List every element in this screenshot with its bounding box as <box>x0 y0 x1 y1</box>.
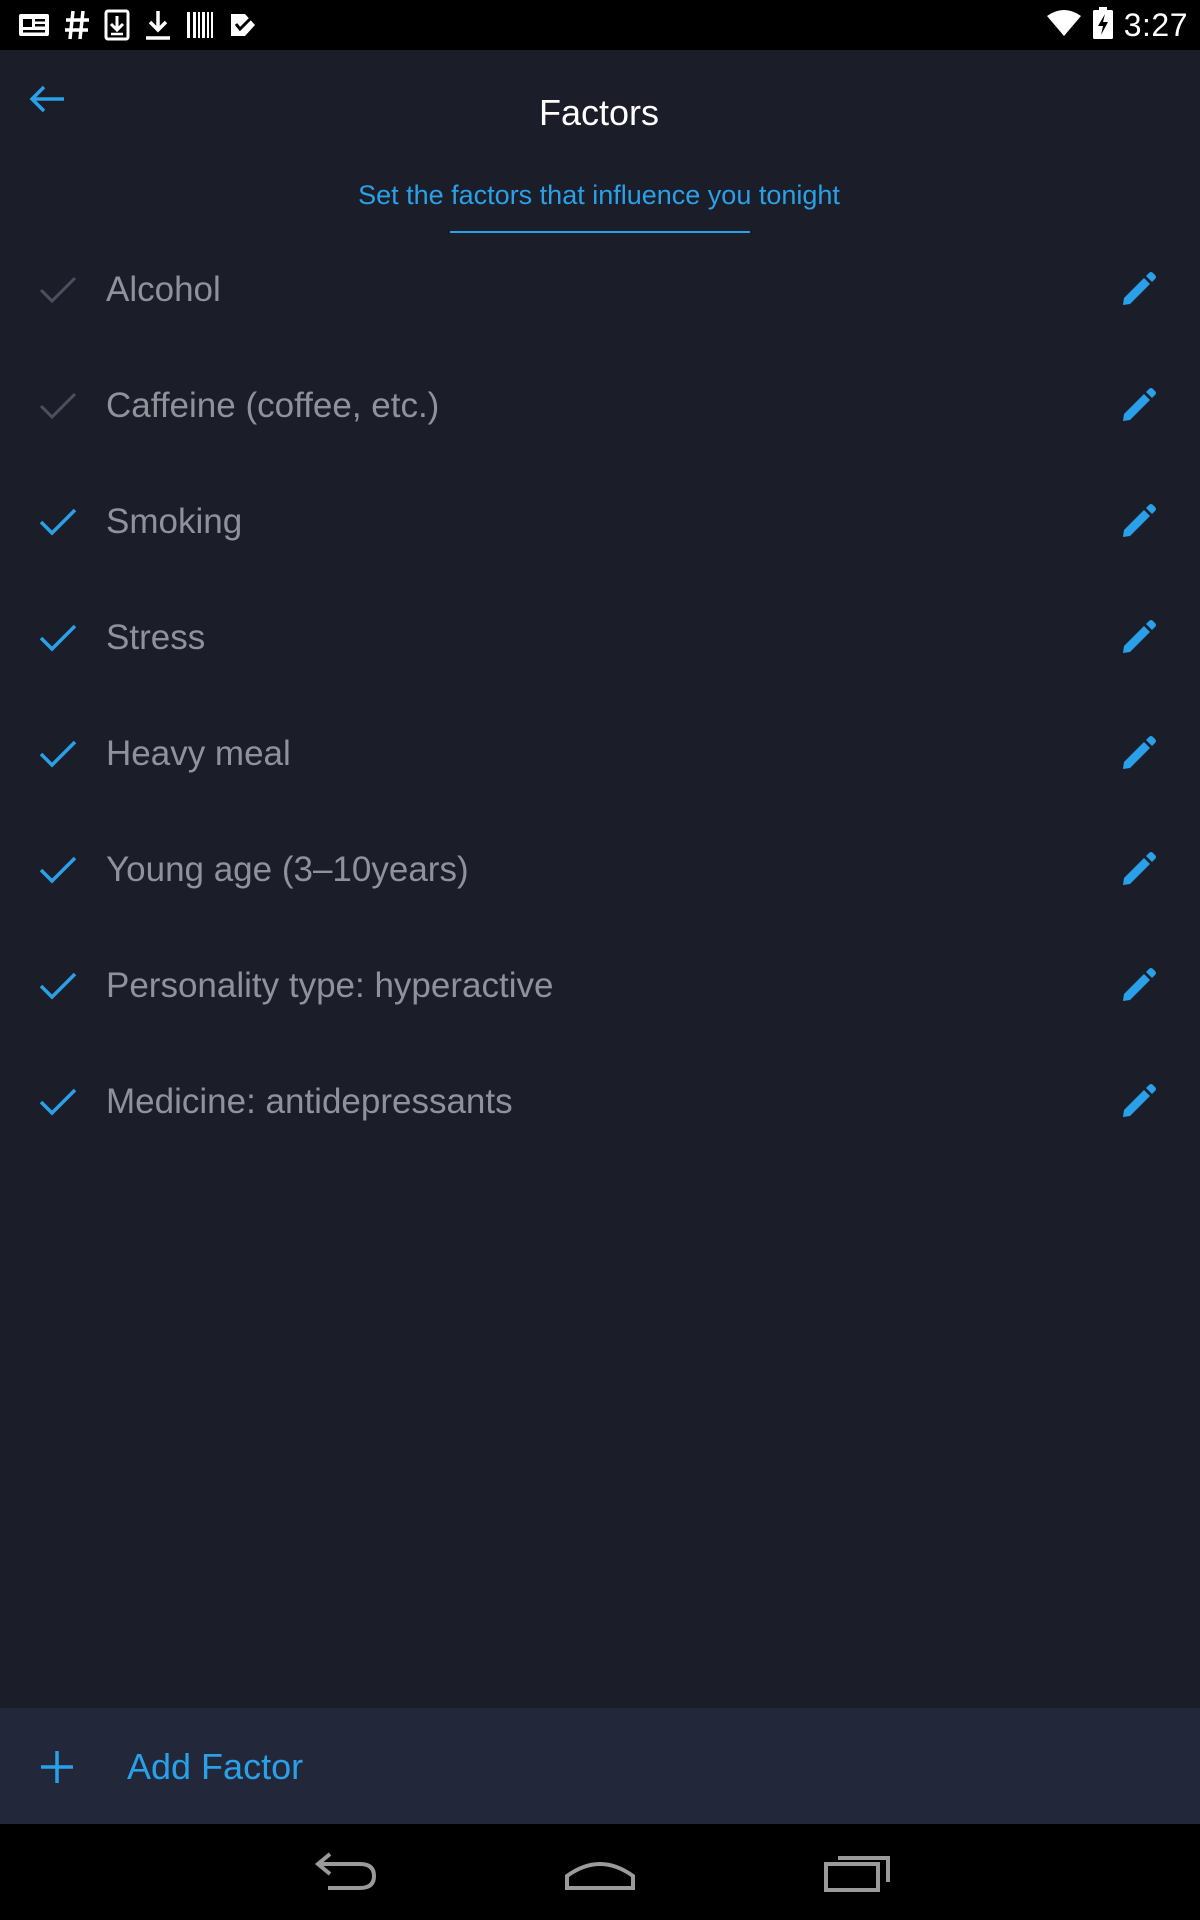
nav-recents-icon <box>824 1856 890 1892</box>
factor-list: Alcohol Caffeine (coffee, etc.) Smoking … <box>0 234 1200 1162</box>
newspaper-icon <box>18 12 50 38</box>
notification-icons <box>18 6 258 44</box>
add-factor-label: Add Factor <box>127 1746 304 1787</box>
pencil-icon[interactable] <box>1118 850 1158 890</box>
factor-label: Young age (3–10years) <box>106 850 469 889</box>
download-icon <box>144 9 172 41</box>
page-title: Factors <box>538 92 660 133</box>
pencil-icon[interactable] <box>1118 270 1158 310</box>
download-box-icon <box>104 9 130 41</box>
pencil-icon[interactable] <box>1118 386 1158 426</box>
battery-charging-icon <box>1092 6 1114 45</box>
checklist-icon <box>228 10 258 40</box>
factor-label: Medicine: antidepressants <box>106 1082 513 1121</box>
pencil-icon[interactable] <box>1118 734 1158 774</box>
clock: 3:27 <box>1123 6 1188 43</box>
system-status: 3:27 <box>1046 0 1188 50</box>
hash-icon <box>64 9 90 41</box>
tab-factors-subtitle[interactable]: Set the factors that influence you tonig… <box>0 180 1198 211</box>
factor-label: Alcohol <box>106 270 221 309</box>
factor-row-caffeine[interactable]: Caffeine (coffee, etc.) <box>0 350 1200 466</box>
factor-label: Smoking <box>106 502 243 541</box>
check-icon[interactable] <box>38 854 78 886</box>
check-icon[interactable] <box>38 506 78 538</box>
factor-row-alcohol[interactable]: Alcohol <box>0 234 1200 350</box>
factor-row-heavy-meal[interactable]: Heavy meal <box>0 698 1200 814</box>
barcode-icon <box>186 10 214 40</box>
check-icon[interactable] <box>38 1086 78 1118</box>
factor-row-smoking[interactable]: Smoking <box>0 466 1200 582</box>
factor-row-stress[interactable]: Stress <box>0 582 1200 698</box>
factor-label: Stress <box>106 618 206 657</box>
factor-label: Personality type: hyperactive <box>106 966 554 1005</box>
factor-row-medicine[interactable]: Medicine: antidepressants <box>0 1046 1200 1162</box>
nav-back-icon <box>314 1852 377 1890</box>
nav-home-icon <box>565 1862 635 1890</box>
wifi-icon <box>1046 8 1082 43</box>
nav-back-button[interactable] <box>298 1842 388 1902</box>
factor-row-personality[interactable]: Personality type: hyperactive <box>0 930 1200 1046</box>
check-icon[interactable] <box>38 738 78 770</box>
pencil-icon[interactable] <box>1118 1082 1158 1122</box>
nav-home-button[interactable] <box>555 1842 645 1902</box>
tab-indicator <box>450 231 750 233</box>
nav-recents-button[interactable] <box>812 1842 902 1902</box>
factor-label: Caffeine (coffee, etc.) <box>106 386 440 425</box>
check-icon[interactable] <box>38 970 78 1002</box>
pencil-icon[interactable] <box>1118 502 1158 542</box>
add-factor-button[interactable]: Add Factor <box>0 1708 1200 1824</box>
plus-icon <box>41 1751 73 1783</box>
factor-label: Heavy meal <box>106 734 291 773</box>
app-bar: Factors Set the factors that influence y… <box>0 50 1200 210</box>
factor-row-young-age[interactable]: Young age (3–10years) <box>0 814 1200 930</box>
pencil-icon[interactable] <box>1118 966 1158 1006</box>
check-icon[interactable] <box>38 622 78 654</box>
pencil-icon[interactable] <box>1118 618 1158 658</box>
navigation-bar <box>0 1824 1200 1920</box>
status-bar: 3:27 <box>0 0 1200 50</box>
check-icon[interactable] <box>38 274 78 306</box>
check-icon[interactable] <box>38 390 78 422</box>
